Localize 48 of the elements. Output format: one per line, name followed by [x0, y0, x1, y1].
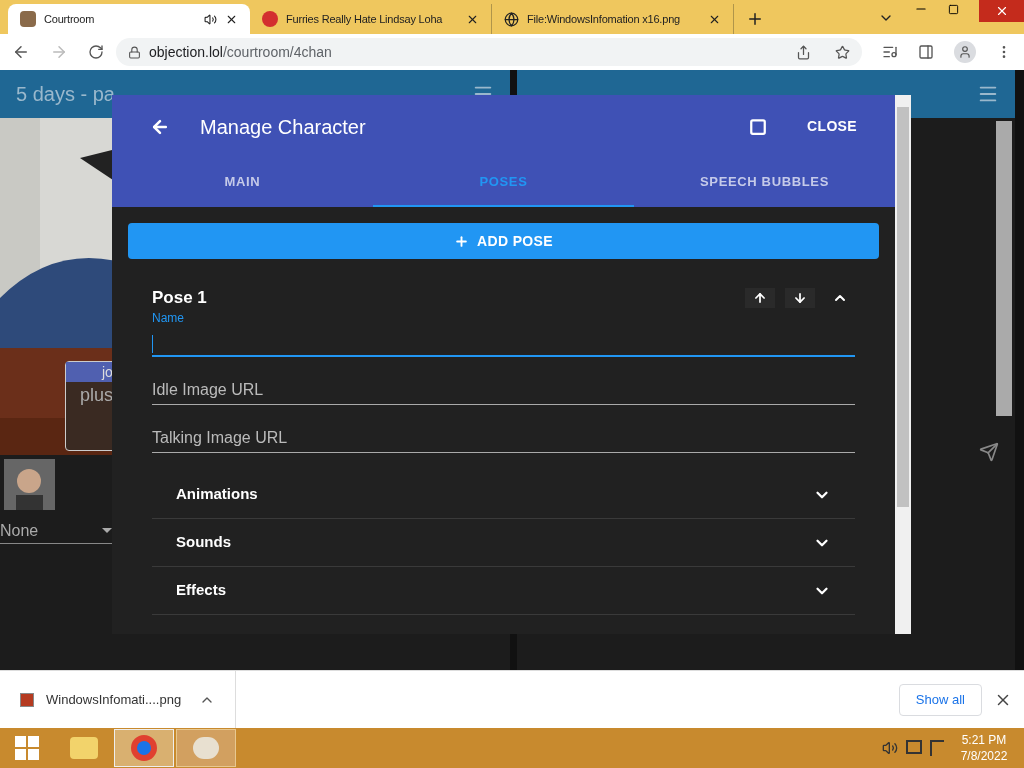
show-all-button[interactable]: Show all: [898, 683, 982, 716]
back-icon[interactable]: [12, 43, 30, 61]
accordion-header[interactable]: Effects: [152, 567, 855, 615]
scrollbar[interactable]: [895, 95, 911, 634]
pose-title: Pose 1: [152, 287, 207, 310]
accordion-header[interactable]: Animations: [152, 471, 855, 519]
tab-title: Courtroom: [44, 11, 96, 27]
image-file-icon: [20, 692, 34, 707]
avatar-icon: [4, 459, 55, 510]
download-item[interactable]: WindowsInfomati....png: [46, 689, 187, 710]
favicon-icon: [20, 11, 36, 27]
favicon-icon: [262, 11, 278, 27]
new-tab-icon[interactable]: [746, 10, 764, 28]
scrollbar[interactable]: [996, 121, 1012, 416]
speaker-icon[interactable]: [204, 12, 217, 26]
text-field[interactable]: Idle Image URL: [152, 357, 855, 405]
section-label: Animations: [176, 484, 258, 505]
section-label: Sounds: [176, 532, 231, 553]
move-down-button[interactable]: [785, 288, 815, 308]
tab-title: Furries Really Hate Lindsay Loha: [286, 11, 444, 27]
tab-title: File:WindowsInfomation x16.png: [527, 11, 681, 27]
text-field[interactable]: Name: [152, 309, 855, 357]
side-panel-icon[interactable]: [918, 44, 934, 60]
tab[interactable]: MAIN: [112, 158, 373, 207]
clock-time: 5:21 PM: [961, 732, 1007, 748]
close-button[interactable]: CLOSE: [807, 116, 857, 137]
bookmark-star-icon[interactable]: [835, 44, 850, 60]
plus-icon: [454, 233, 470, 249]
globe-icon: [504, 11, 519, 27]
address-field[interactable]: objection.lol/courtroom/4chan: [116, 38, 862, 66]
send-icon[interactable]: [979, 442, 999, 462]
share-icon[interactable]: [796, 44, 811, 60]
section-label: Effects: [176, 580, 227, 601]
text-field[interactable]: Talking Image URL: [152, 405, 855, 453]
chrome-icon[interactable]: [114, 729, 174, 767]
restore-icon[interactable]: [948, 4, 959, 15]
lock-icon[interactable]: [128, 45, 141, 59]
media-icon[interactable]: [882, 44, 898, 60]
browser-tab[interactable]: Courtroom: [8, 4, 250, 34]
reload-icon[interactable]: [88, 44, 104, 60]
profile-icon[interactable]: [954, 41, 976, 63]
accordion-header[interactable]: Sounds: [152, 519, 855, 567]
tab[interactable]: SPEECH BUBBLES: [634, 158, 895, 207]
move-up-button[interactable]: [745, 288, 775, 308]
maximize-icon[interactable]: [749, 117, 767, 136]
dialog-title: Manage Character: [200, 114, 366, 140]
muted-speaker-icon[interactable]: [882, 740, 898, 756]
clock-date: 7/8/2022: [960, 748, 1008, 764]
